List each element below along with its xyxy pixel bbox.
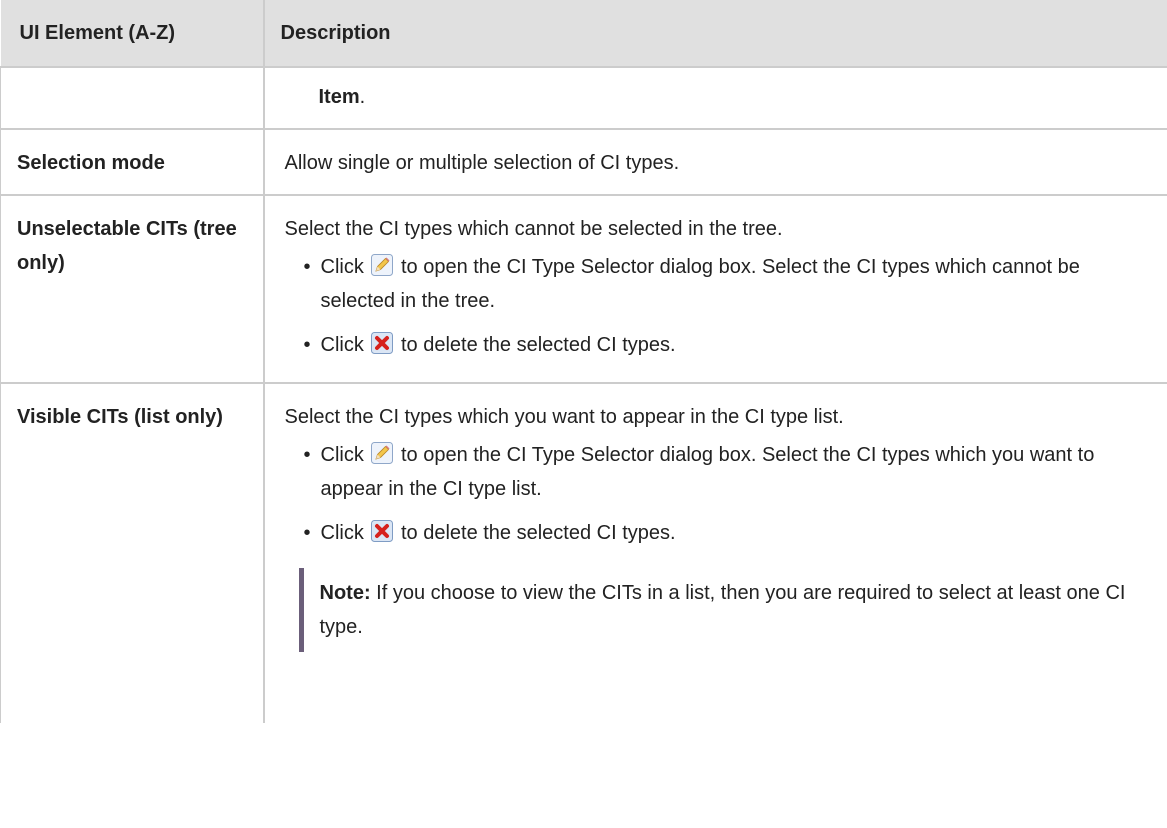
edit-pencil-icon[interactable] bbox=[371, 442, 394, 464]
continued-trail-text: . bbox=[359, 86, 366, 108]
bullet-text: to open the CI Type Selector dialog box.… bbox=[320, 444, 1095, 500]
column-header-ui-element: UI Element (A-Z) bbox=[0, 0, 264, 68]
table-row-selection-mode: Selection mode Allow single or multiple … bbox=[0, 129, 1167, 196]
note-text: If you choose to view the CITs in a list… bbox=[319, 582, 1126, 638]
description-text: Select the CI types which you want to ap… bbox=[284, 406, 844, 428]
bullet-list: • Click to open the CI Type Selector dia… bbox=[285, 250, 1158, 362]
ui-element-name: Visible CITs (list only) bbox=[0, 383, 264, 723]
list-item: • Click to open the CI Type Selector dia… bbox=[285, 250, 1158, 318]
description-text: Select the CI types which cannot be sele… bbox=[284, 218, 783, 240]
bullet-dot: • bbox=[303, 444, 311, 466]
table-row-visible-cits: Visible CITs (list only) Select the CI t… bbox=[0, 383, 1167, 723]
column-header-description: Description bbox=[262, 0, 1167, 68]
description-text: Allow single or multiple selection of CI… bbox=[262, 129, 1167, 196]
list-item: • Click to delete the selected CI types. bbox=[285, 516, 1158, 550]
document-page: UI Element (A-Z) Description Item. Selec… bbox=[0, 0, 1167, 828]
note-callout: Note: If you choose to view the CITs in … bbox=[298, 568, 1158, 652]
click-word: Click bbox=[320, 334, 364, 356]
table-header-row: UI Element (A-Z) Description bbox=[0, 0, 1167, 68]
bullet-dot: • bbox=[303, 334, 311, 356]
note-label: Note: bbox=[319, 582, 371, 604]
table-row-unselectable-cits: Unselectable CITs (tree only) Select the… bbox=[0, 195, 1167, 384]
description-cell-continuation: Item. bbox=[262, 67, 1167, 130]
edit-pencil-icon[interactable] bbox=[371, 254, 394, 276]
ui-elements-table: UI Element (A-Z) Description Item. Selec… bbox=[0, 0, 1167, 723]
bullet-list: • Click to open the CI Type Selector dia… bbox=[285, 438, 1158, 550]
click-word: Click bbox=[320, 522, 364, 544]
click-word: Click bbox=[320, 444, 364, 466]
description-cell: Select the CI types which cannot be sele… bbox=[262, 195, 1167, 384]
bullet-dot: • bbox=[303, 522, 311, 544]
continued-item-text: Item bbox=[318, 86, 360, 108]
list-item: • Click to open the CI Type Selector dia… bbox=[285, 438, 1158, 506]
ui-element-cell-empty bbox=[0, 67, 264, 130]
ui-element-name: Unselectable CITs (tree only) bbox=[0, 195, 264, 384]
bullet-text: to delete the selected CI types. bbox=[400, 522, 676, 544]
click-word: Click bbox=[320, 256, 364, 278]
bullet-text: to delete the selected CI types. bbox=[400, 334, 676, 356]
delete-x-icon[interactable] bbox=[371, 332, 394, 354]
ui-element-name: Selection mode bbox=[0, 129, 264, 196]
bullet-dot: • bbox=[303, 256, 311, 278]
description-cell: Select the CI types which you want to ap… bbox=[262, 383, 1167, 723]
bullet-text: to open the CI Type Selector dialog box.… bbox=[320, 256, 1080, 312]
table-row-continuation: Item. bbox=[0, 67, 1167, 130]
delete-x-icon[interactable] bbox=[371, 520, 394, 542]
list-item: • Click to delete the selected CI types. bbox=[285, 328, 1158, 362]
